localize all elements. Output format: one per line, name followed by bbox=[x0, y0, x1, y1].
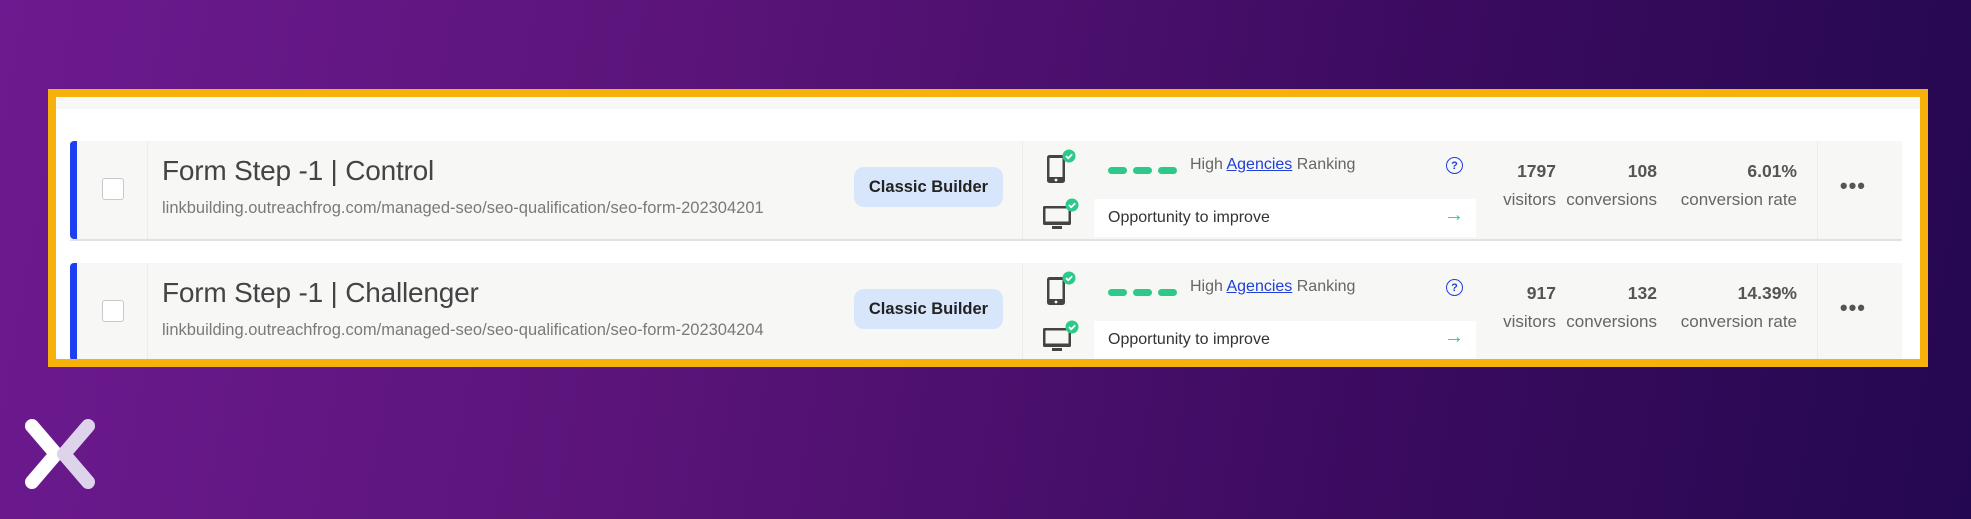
arrow-right-icon: → bbox=[1444, 326, 1464, 348]
desktop-check-icon bbox=[1043, 320, 1079, 351]
device-cell bbox=[1022, 141, 1095, 239]
more-options-icon[interactable]: ••• bbox=[1840, 173, 1866, 199]
mobile-check-icon bbox=[1047, 271, 1076, 305]
table-row[interactable]: Form Step -1 | Challenger linkbuilding.o… bbox=[70, 263, 1902, 359]
table-header-strip bbox=[56, 97, 1920, 109]
builder-badge[interactable]: Classic Builder bbox=[854, 289, 1003, 329]
row-checkbox[interactable] bbox=[102, 178, 124, 200]
ranking-cell: High Agencies Ranking ? Opportunity to i… bbox=[1094, 263, 1476, 359]
more-options-icon[interactable]: ••• bbox=[1840, 295, 1866, 321]
visitors-stat: 1797 visitors bbox=[1503, 161, 1556, 209]
variant-title[interactable]: Form Step -1 | Control bbox=[162, 155, 434, 187]
variant-url[interactable]: linkbuilding.outreachfrog.com/managed-se… bbox=[162, 321, 764, 340]
checkbox-cell bbox=[77, 141, 148, 239]
device-cell bbox=[1022, 263, 1095, 359]
variant-title[interactable]: Form Step -1 | Challenger bbox=[162, 277, 479, 309]
table-row[interactable]: Form Step -1 | Control linkbuilding.outr… bbox=[70, 141, 1902, 241]
arrow-right-icon: → bbox=[1444, 204, 1464, 226]
visitors-stat: 917 visitors bbox=[1503, 283, 1556, 331]
builder-badge[interactable]: Classic Builder bbox=[854, 167, 1003, 207]
agencies-link[interactable]: Agencies bbox=[1226, 278, 1292, 295]
opportunity-text: Opportunity to improve bbox=[1108, 209, 1270, 226]
desktop-check-icon bbox=[1043, 198, 1079, 229]
ranking-text: High Agencies Ranking bbox=[1190, 156, 1356, 173]
ranking-text: High Agencies Ranking bbox=[1190, 278, 1356, 295]
opportunity-text: Opportunity to improve bbox=[1108, 331, 1270, 348]
variant-url[interactable]: linkbuilding.outreachfrog.com/managed-se… bbox=[162, 199, 764, 218]
help-icon[interactable]: ? bbox=[1446, 279, 1463, 296]
conversions-stat: 132 conversions bbox=[1566, 283, 1657, 331]
opportunity-link[interactable]: Opportunity to improve → bbox=[1094, 321, 1476, 359]
ranking-level-indicator bbox=[1108, 167, 1177, 174]
row-accent-bar bbox=[70, 263, 77, 359]
conversions-stat: 108 conversions bbox=[1566, 161, 1657, 209]
highlight-frame: Form Step -1 | Control linkbuilding.outr… bbox=[48, 89, 1928, 367]
agencies-link[interactable]: Agencies bbox=[1226, 156, 1292, 173]
help-icon[interactable]: ? bbox=[1446, 157, 1463, 174]
conversion-rate-stat: 6.01% conversion rate bbox=[1680, 161, 1797, 209]
divider bbox=[1817, 263, 1818, 359]
ranking-cell: High Agencies Ranking ? Opportunity to i… bbox=[1094, 141, 1476, 239]
divider bbox=[1817, 141, 1818, 239]
opportunity-link[interactable]: Opportunity to improve → bbox=[1094, 199, 1476, 237]
row-accent-bar bbox=[70, 141, 77, 239]
conversion-rate-stat: 14.39% conversion rate bbox=[1680, 283, 1797, 331]
brand-logo-icon bbox=[25, 419, 95, 489]
row-checkbox[interactable] bbox=[102, 300, 124, 322]
ranking-level-indicator bbox=[1108, 289, 1177, 296]
variants-panel: Form Step -1 | Control linkbuilding.outr… bbox=[56, 97, 1920, 359]
mobile-check-icon bbox=[1047, 149, 1076, 183]
checkbox-cell bbox=[77, 263, 148, 359]
